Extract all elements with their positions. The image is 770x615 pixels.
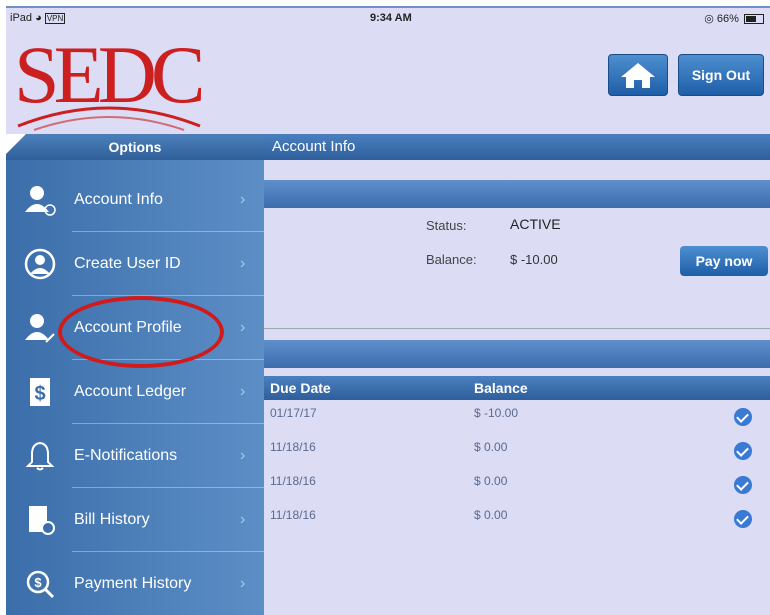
balance-cell: $ 0.00 [474, 508, 508, 522]
device-label: iPad [10, 12, 33, 24]
sidebar-title: Options [6, 134, 264, 160]
ipad-screen: iPad ◕ VPN 9:34 AM ◎ 66% SEDC Sign Out O… [6, 6, 770, 615]
sidebar-item-label: E-Notifications [74, 447, 178, 464]
sign-out-button[interactable]: Sign Out [678, 54, 764, 96]
bell-icon [25, 441, 55, 471]
table-row[interactable]: 01/17/17 $ -10.00 [264, 402, 770, 436]
table-header: Due Date Balance [264, 376, 770, 400]
battery-percent: 66% [716, 13, 739, 25]
sidebar-item-label: Account Info [74, 191, 163, 208]
due-date-cell: 11/18/16 [270, 508, 316, 522]
user-info-icon [25, 186, 56, 216]
svg-text:$: $ [34, 575, 42, 590]
chevron-right-icon: › [240, 447, 246, 464]
rotation-lock-icon: ◎ [704, 13, 714, 25]
status-label: Status: [426, 218, 467, 233]
chevron-right-icon: › [240, 511, 246, 528]
sidebar-item-account-info[interactable]: Account Info › [6, 168, 264, 232]
column-header-balance: Balance [474, 380, 528, 396]
sidebar-item-create-user-id[interactable]: Create User ID › [6, 232, 264, 296]
chevron-right-icon: › [240, 383, 246, 400]
sidebar-item-payment-history[interactable]: $ Payment History › [6, 552, 264, 615]
balance-cell: $ 0.00 [474, 440, 508, 454]
chevron-right-icon: › [240, 255, 246, 272]
content-title-bar: Account Info [264, 134, 770, 160]
sidebar: Options Account Info › Create User ID › [6, 134, 264, 615]
sedc-logo: SEDC [14, 34, 206, 134]
sidebar-item-label: Bill History [74, 511, 150, 528]
user-edit-icon [25, 314, 55, 343]
svg-text:$: $ [34, 383, 45, 405]
chevron-right-icon: › [240, 575, 246, 592]
ledger-icon: $ [30, 378, 50, 406]
due-date-cell: 11/18/16 [270, 474, 316, 488]
chevron-right-icon: › [240, 191, 246, 208]
table-row[interactable]: 11/18/16 $ 0.00 [264, 504, 770, 538]
checkmark-icon[interactable] [734, 442, 752, 460]
due-date-cell: 01/17/17 [270, 406, 317, 420]
checkmark-icon[interactable] [734, 408, 752, 426]
home-button[interactable] [608, 54, 668, 96]
bill-history-icon [29, 506, 55, 535]
home-icon [621, 63, 655, 88]
status-value: ACTIVE [510, 216, 561, 232]
logo-arc-graphic [17, 106, 201, 131]
divider [264, 328, 770, 329]
main-content: Account Info Status: ACTIVE Balance: $ -… [264, 134, 770, 615]
sidebar-item-e-notifications[interactable]: E-Notifications › [6, 424, 264, 488]
clock: 9:34 AM [370, 12, 412, 24]
page-title: Account Info [272, 138, 356, 155]
sidebar-item-bill-history[interactable]: Bill History › [6, 488, 264, 552]
column-header-due-date: Due Date [270, 380, 331, 396]
table-row[interactable]: 11/18/16 $ 0.00 [264, 470, 770, 504]
highlight-annotation [58, 296, 224, 368]
balance-value: $ -10.00 [510, 252, 558, 267]
payment-search-icon: $ [26, 570, 55, 599]
chevron-right-icon: › [240, 319, 246, 336]
sidebar-item-label: Payment History [74, 575, 192, 592]
battery-icon [744, 14, 764, 25]
due-date-cell: 11/18/16 [270, 440, 316, 454]
balance-cell: $ 0.00 [474, 474, 508, 488]
wifi-icon: ◕ [35, 12, 42, 24]
checkmark-icon[interactable] [734, 510, 752, 528]
balance-label: Balance: [426, 252, 477, 267]
user-circle-icon [24, 248, 56, 280]
status-bar: iPad ◕ VPN 9:34 AM ◎ 66% [6, 8, 770, 28]
section-bar [264, 180, 770, 208]
section-bar [264, 340, 770, 368]
balance-cell: $ -10.00 [474, 406, 519, 420]
sidebar-item-label: Account Ledger [74, 383, 187, 400]
sidebar-item-account-ledger[interactable]: $ Account Ledger › [6, 360, 264, 424]
table-row[interactable]: 11/18/16 $ 0.00 [264, 436, 770, 470]
vpn-badge: VPN [44, 13, 66, 24]
checkmark-icon[interactable] [734, 476, 752, 494]
pay-now-button[interactable]: Pay now [680, 246, 768, 276]
sidebar-item-label: Create User ID [74, 255, 181, 272]
